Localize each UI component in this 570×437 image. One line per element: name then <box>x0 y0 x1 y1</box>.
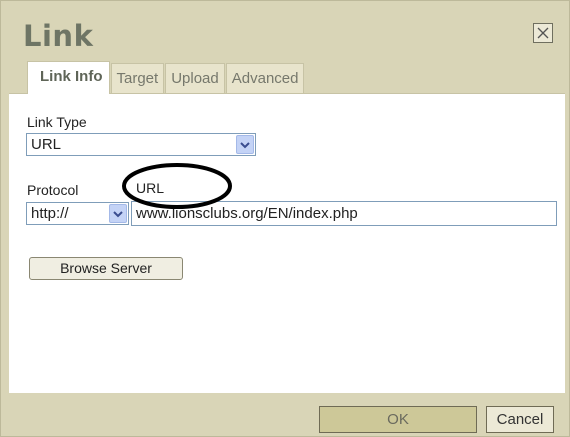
link-type-label: Link Type <box>27 114 87 130</box>
tab-link-info[interactable]: Link Info <box>27 61 110 94</box>
protocol-value: http:// <box>31 205 69 222</box>
link-info-panel: Link Type URL Protocol http:// URL Brows… <box>9 93 565 393</box>
link-dialog: Link Link Info Target Upload Advanced Li… <box>0 0 570 437</box>
ok-button[interactable]: OK <box>319 406 477 433</box>
tab-bar: Link Info Target Upload Advanced <box>27 61 305 94</box>
tab-advanced[interactable]: Advanced <box>225 63 305 93</box>
close-button[interactable] <box>533 23 553 43</box>
browse-server-button[interactable]: Browse Server <box>29 257 183 280</box>
link-type-select[interactable]: URL <box>26 133 256 156</box>
url-input[interactable] <box>131 201 557 226</box>
protocol-select[interactable]: http:// <box>26 202 129 225</box>
tab-upload[interactable]: Upload <box>165 63 225 93</box>
url-label: URL <box>136 180 165 196</box>
chevron-down-icon[interactable] <box>109 204 127 223</box>
tab-target[interactable]: Target <box>110 63 165 93</box>
dialog-title: Link <box>23 19 94 53</box>
cancel-button[interactable]: Cancel <box>486 406 554 433</box>
close-x-icon <box>537 27 549 39</box>
protocol-label: Protocol <box>27 182 79 198</box>
link-type-value: URL <box>31 136 62 153</box>
chevron-down-icon[interactable] <box>236 135 254 154</box>
